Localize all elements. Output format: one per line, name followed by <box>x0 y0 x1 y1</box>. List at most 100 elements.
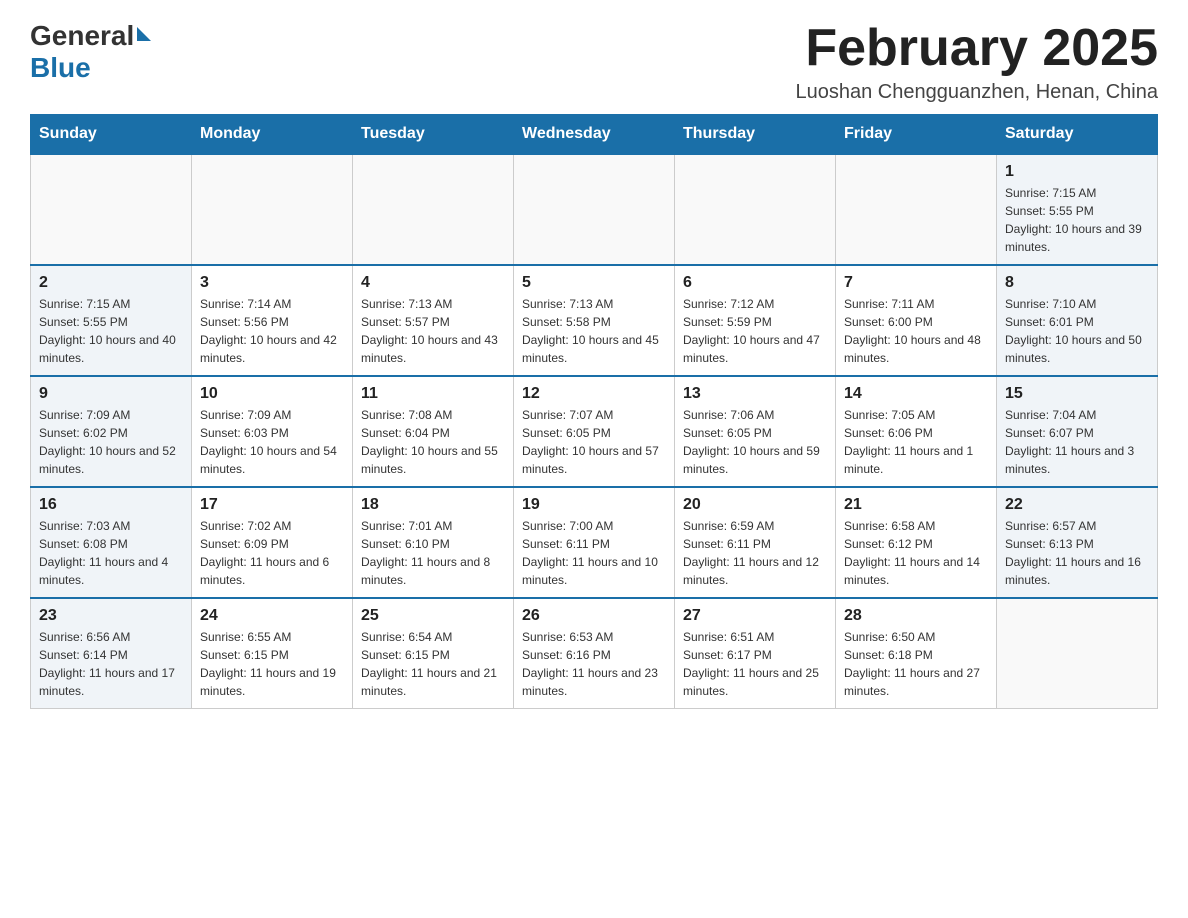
day-info: Sunrise: 7:12 AM Sunset: 5:59 PM Dayligh… <box>683 295 827 367</box>
calendar-cell: 23 Sunrise: 6:56 AM Sunset: 6:14 PM Dayli… <box>31 598 192 709</box>
calendar-cell: 14 Sunrise: 7:05 AM Sunset: 6:06 PM Dayli… <box>836 376 997 487</box>
logo-general-text: General <box>30 20 134 52</box>
calendar-header-monday: Monday <box>192 115 353 155</box>
week-row-5: 23 Sunrise: 6:56 AM Sunset: 6:14 PM Dayli… <box>31 598 1158 709</box>
title-area: February 2025 Luoshan Chengguanzhen, Hen… <box>795 20 1158 104</box>
day-info: Sunrise: 7:11 AM Sunset: 6:00 PM Dayligh… <box>844 295 988 367</box>
calendar-cell <box>353 154 514 265</box>
calendar-cell: 19Sunrise: 7:00 AM Sunset: 6:11 PM Dayli… <box>514 487 675 598</box>
day-number: 1 <box>1005 163 1149 181</box>
day-info: Sunrise: 7:08 AM Sunset: 6:04 PM Dayligh… <box>361 406 505 478</box>
week-row-3: 9 Sunrise: 7:09 AM Sunset: 6:02 PM Daylig… <box>31 376 1158 487</box>
calendar-cell <box>514 154 675 265</box>
location-title: Luoshan Chengguanzhen, Henan, China <box>795 81 1158 104</box>
calendar-cell <box>31 154 192 265</box>
day-number: 8 <box>1005 274 1149 292</box>
day-info: Sunrise: 7:04 AM Sunset: 6:07 PM Dayligh… <box>1005 406 1149 478</box>
calendar-header-thursday: Thursday <box>675 115 836 155</box>
calendar-cell: 5 Sunrise: 7:13 AM Sunset: 5:58 PM Daylig… <box>514 265 675 376</box>
month-title: February 2025 <box>795 20 1158 77</box>
day-info: Sunrise: 7:05 AM Sunset: 6:06 PM Dayligh… <box>844 406 988 478</box>
week-row-1: 1 Sunrise: 7:15 AM Sunset: 5:55 PM Daylig… <box>31 154 1158 265</box>
day-number: 4 <box>361 274 505 292</box>
calendar-cell: 22Sunrise: 6:57 AM Sunset: 6:13 PM Dayli… <box>997 487 1158 598</box>
day-info: Sunrise: 7:01 AM Sunset: 6:10 PM Dayligh… <box>361 517 505 589</box>
day-info: Sunrise: 6:50 AM Sunset: 6:18 PM Dayligh… <box>844 628 988 700</box>
day-number: 28 <box>844 607 988 625</box>
day-number: 25 <box>361 607 505 625</box>
calendar-cell: 28 Sunrise: 6:50 AM Sunset: 6:18 PM Dayli… <box>836 598 997 709</box>
day-info: Sunrise: 7:13 AM Sunset: 5:58 PM Dayligh… <box>522 295 666 367</box>
day-info: Sunrise: 7:06 AM Sunset: 6:05 PM Dayligh… <box>683 406 827 478</box>
day-number: 12 <box>522 385 666 403</box>
day-info: Sunrise: 7:07 AM Sunset: 6:05 PM Dayligh… <box>522 406 666 478</box>
day-number: 19 <box>522 496 666 514</box>
day-number: 20 <box>683 496 827 514</box>
logo-arrow-icon <box>137 27 151 41</box>
day-info: Sunrise: 7:10 AM Sunset: 6:01 PM Dayligh… <box>1005 295 1149 367</box>
calendar-cell: 26 Sunrise: 6:53 AM Sunset: 6:16 PM Dayli… <box>514 598 675 709</box>
day-info: Sunrise: 7:03 AM Sunset: 6:08 PM Dayligh… <box>39 517 183 589</box>
calendar-cell: 27 Sunrise: 6:51 AM Sunset: 6:17 PM Dayli… <box>675 598 836 709</box>
day-info: Sunrise: 6:51 AM Sunset: 6:17 PM Dayligh… <box>683 628 827 700</box>
calendar-cell <box>836 154 997 265</box>
day-number: 7 <box>844 274 988 292</box>
day-info: Sunrise: 6:57 AM Sunset: 6:13 PM Dayligh… <box>1005 517 1149 589</box>
day-number: 18 <box>361 496 505 514</box>
day-number: 9 <box>39 385 183 403</box>
day-number: 10 <box>200 385 344 403</box>
day-info: Sunrise: 6:53 AM Sunset: 6:16 PM Dayligh… <box>522 628 666 700</box>
logo-blue-text: Blue <box>30 52 91 84</box>
calendar-header-friday: Friday <box>836 115 997 155</box>
calendar-cell: 4 Sunrise: 7:13 AM Sunset: 5:57 PM Daylig… <box>353 265 514 376</box>
day-number: 14 <box>844 385 988 403</box>
calendar-cell: 2Sunrise: 7:15 AM Sunset: 5:55 PM Daylig… <box>31 265 192 376</box>
day-info: Sunrise: 7:13 AM Sunset: 5:57 PM Dayligh… <box>361 295 505 367</box>
calendar-header-saturday: Saturday <box>997 115 1158 155</box>
day-info: Sunrise: 6:55 AM Sunset: 6:15 PM Dayligh… <box>200 628 344 700</box>
day-info: Sunrise: 7:09 AM Sunset: 6:02 PM Dayligh… <box>39 406 183 478</box>
calendar-header-tuesday: Tuesday <box>353 115 514 155</box>
calendar-header-row: SundayMondayTuesdayWednesdayThursdayFrid… <box>31 115 1158 155</box>
day-number: 23 <box>39 607 183 625</box>
day-number: 17 <box>200 496 344 514</box>
day-info: Sunrise: 6:59 AM Sunset: 6:11 PM Dayligh… <box>683 517 827 589</box>
day-number: 5 <box>522 274 666 292</box>
day-info: Sunrise: 6:58 AM Sunset: 6:12 PM Dayligh… <box>844 517 988 589</box>
day-number: 13 <box>683 385 827 403</box>
day-info: Sunrise: 7:09 AM Sunset: 6:03 PM Dayligh… <box>200 406 344 478</box>
day-info: Sunrise: 7:02 AM Sunset: 6:09 PM Dayligh… <box>200 517 344 589</box>
calendar-cell: 6Sunrise: 7:12 AM Sunset: 5:59 PM Daylig… <box>675 265 836 376</box>
day-number: 27 <box>683 607 827 625</box>
day-number: 21 <box>844 496 988 514</box>
calendar-cell: 13 Sunrise: 7:06 AM Sunset: 6:05 PM Dayli… <box>675 376 836 487</box>
week-row-2: 2Sunrise: 7:15 AM Sunset: 5:55 PM Daylig… <box>31 265 1158 376</box>
calendar-cell: 10 Sunrise: 7:09 AM Sunset: 6:03 PM Dayli… <box>192 376 353 487</box>
day-number: 24 <box>200 607 344 625</box>
page-header: General Blue February 2025 Luoshan Cheng… <box>30 20 1158 104</box>
calendar-cell: 18 Sunrise: 7:01 AM Sunset: 6:10 PM Dayli… <box>353 487 514 598</box>
day-number: 11 <box>361 385 505 403</box>
calendar-cell: 1 Sunrise: 7:15 AM Sunset: 5:55 PM Daylig… <box>997 154 1158 265</box>
calendar-cell: 16Sunrise: 7:03 AM Sunset: 6:08 PM Dayli… <box>31 487 192 598</box>
day-number: 15 <box>1005 385 1149 403</box>
calendar-cell: 21 Sunrise: 6:58 AM Sunset: 6:12 PM Dayli… <box>836 487 997 598</box>
calendar-cell: 17 Sunrise: 7:02 AM Sunset: 6:09 PM Dayli… <box>192 487 353 598</box>
day-number: 3 <box>200 274 344 292</box>
logo: General Blue <box>30 20 151 84</box>
week-row-4: 16Sunrise: 7:03 AM Sunset: 6:08 PM Dayli… <box>31 487 1158 598</box>
calendar-cell: 20 Sunrise: 6:59 AM Sunset: 6:11 PM Dayli… <box>675 487 836 598</box>
calendar-cell: 25Sunrise: 6:54 AM Sunset: 6:15 PM Dayli… <box>353 598 514 709</box>
day-info: Sunrise: 6:56 AM Sunset: 6:14 PM Dayligh… <box>39 628 183 700</box>
calendar-cell: 11 Sunrise: 7:08 AM Sunset: 6:04 PM Dayli… <box>353 376 514 487</box>
calendar-header-wednesday: Wednesday <box>514 115 675 155</box>
calendar-cell <box>675 154 836 265</box>
calendar-cell <box>997 598 1158 709</box>
day-number: 26 <box>522 607 666 625</box>
day-number: 2 <box>39 274 183 292</box>
calendar-cell: 8 Sunrise: 7:10 AM Sunset: 6:01 PM Daylig… <box>997 265 1158 376</box>
calendar-cell: 7 Sunrise: 7:11 AM Sunset: 6:00 PM Daylig… <box>836 265 997 376</box>
day-info: Sunrise: 7:15 AM Sunset: 5:55 PM Dayligh… <box>1005 184 1149 256</box>
calendar-cell: 3Sunrise: 7:14 AM Sunset: 5:56 PM Daylig… <box>192 265 353 376</box>
calendar-cell: 24 Sunrise: 6:55 AM Sunset: 6:15 PM Dayli… <box>192 598 353 709</box>
